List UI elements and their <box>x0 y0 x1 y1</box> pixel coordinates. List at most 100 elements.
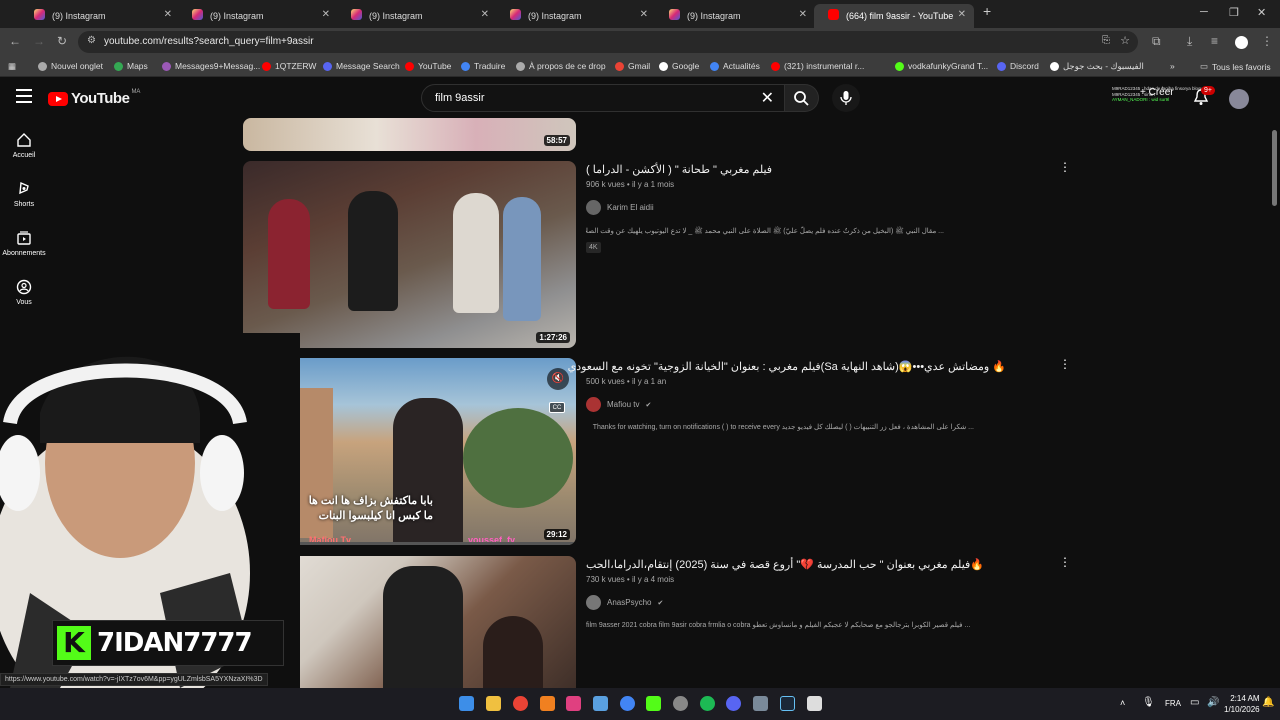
bookmark-item[interactable]: vodkafunkyGrand T... <box>895 61 988 71</box>
video-title[interactable]: 🔥 ومضاتش عدي•••😱(شاهد النهاية Sa)فيلم مغ… <box>568 360 1006 373</box>
browser-tab[interactable]: (9) Instagram ✕ <box>655 4 815 28</box>
notification-badge: 9+ <box>1201 86 1215 95</box>
bookmark-item[interactable]: الفيسبوك - بحث جوجل <box>1050 61 1144 72</box>
bookmark-item[interactable]: Discord <box>997 61 1039 71</box>
clock[interactable]: 2:14 AM 1/10/2026 <box>1224 693 1260 715</box>
media-icon[interactable]: ≡ <box>1211 34 1218 48</box>
kick-icon[interactable] <box>646 696 661 711</box>
kick-icon <box>895 61 904 71</box>
hamburger-menu-icon[interactable] <box>16 89 32 103</box>
browser-tab[interactable]: (9) Instagram ✕ <box>178 4 338 28</box>
network-icon[interactable]: ▭ <box>1190 697 1199 708</box>
more-bookmarks-icon[interactable]: » <box>1170 61 1175 71</box>
bookmark-star-icon[interactable]: ☆ <box>1120 34 1130 47</box>
file-explorer-icon[interactable] <box>486 696 501 711</box>
xbox-icon[interactable] <box>807 696 822 711</box>
video-thumbnail[interactable]: 58:57 <box>243 118 576 151</box>
channel-link[interactable]: AnasPsycho ✔ <box>586 595 663 610</box>
captions-icon[interactable]: CC <box>549 402 565 413</box>
more-options-icon[interactable]: ⋮ <box>1059 357 1071 371</box>
chrome-icon[interactable] <box>620 696 635 711</box>
install-app-icon[interactable]: ⎘ <box>1102 35 1110 46</box>
bookmark-item[interactable]: À propos de ce drop <box>516 61 606 71</box>
language-indicator[interactable]: FRA <box>1165 699 1181 708</box>
app-icon[interactable] <box>593 696 608 711</box>
back-icon[interactable]: ← <box>9 34 21 48</box>
menu-icon[interactable]: ⋮ <box>1261 34 1273 48</box>
restore-button[interactable]: ❐ <box>1229 6 1239 19</box>
microphone-icon[interactable]: 🎙 <box>1142 697 1155 708</box>
discord-icon[interactable] <box>726 696 741 711</box>
app-icon[interactable] <box>673 696 688 711</box>
bookmark-item[interactable]: Message Search <box>323 61 400 71</box>
profile-icon[interactable] <box>1235 36 1248 49</box>
sidebar-item-you[interactable]: Vous <box>0 279 48 306</box>
mute-icon[interactable]: 🔇 <box>547 368 569 390</box>
steam-icon[interactable] <box>780 696 795 711</box>
video-title[interactable]: فيلم مغربي " طحانة " ( الأكشن - الدراما … <box>586 163 1006 176</box>
extensions-icon[interactable]: ⧉ <box>1152 34 1161 49</box>
youtube-logo[interactable]: YouTube MA <box>48 89 140 107</box>
clear-search-icon[interactable]: ✕ <box>761 88 774 108</box>
browser-tab[interactable]: (9) Instagram ✕ <box>20 4 180 28</box>
more-options-icon[interactable]: ⋮ <box>1059 555 1071 569</box>
video-title[interactable]: 🔥فيلم مغربي بعنوان " حب المدرسة 💔" أروع … <box>586 558 1006 571</box>
bookmark-item[interactable]: Nouvel onglet <box>38 61 103 71</box>
scrollbar-thumb[interactable] <box>1272 130 1277 206</box>
video-thumbnail[interactable]: 1:27:26 <box>243 161 576 348</box>
bookmark-item[interactable]: Actualités <box>710 61 760 71</box>
app-icon[interactable] <box>753 696 768 711</box>
bookmark-item[interactable]: (321) instrumental r... <box>771 61 864 71</box>
apps-icon[interactable]: ▦ <box>8 61 16 72</box>
close-icon[interactable]: ✕ <box>640 9 648 20</box>
sidebar-item-shorts[interactable]: Shorts <box>0 181 48 208</box>
windows-start-icon[interactable] <box>459 696 474 711</box>
channel-link[interactable]: Karim El aidii <box>586 200 654 215</box>
app-icon[interactable] <box>540 696 555 711</box>
close-icon[interactable]: ✕ <box>322 9 330 20</box>
create-button[interactable]: + Créer <box>1140 87 1174 98</box>
reload-icon[interactable]: ↻ <box>57 34 67 48</box>
close-icon[interactable]: ✕ <box>481 9 489 20</box>
download-icon[interactable]: ⤓ <box>1187 34 1192 49</box>
search-input[interactable]: film 9assir ✕ <box>421 84 785 112</box>
more-options-icon[interactable]: ⋮ <box>1059 160 1071 174</box>
close-window-button[interactable]: ✕ <box>1257 6 1266 19</box>
bookmark-item[interactable]: YouTube <box>405 61 451 71</box>
app-icon[interactable] <box>566 696 581 711</box>
bookmark-item[interactable]: Traduire <box>461 61 505 71</box>
sidebar-item-subscriptions[interactable]: Abonnements <box>0 230 48 257</box>
voice-search-button[interactable] <box>832 84 860 112</box>
bookmark-item[interactable]: 1QTZERW <box>262 61 316 71</box>
chrome-icon[interactable] <box>513 696 528 711</box>
bookmark-item[interactable]: Google <box>659 61 699 71</box>
avatar[interactable] <box>1229 89 1249 109</box>
search-button[interactable] <box>785 84 819 112</box>
forward-icon[interactable]: → <box>33 34 45 48</box>
quality-badge: 4K <box>586 242 601 253</box>
close-icon[interactable]: ✕ <box>958 9 966 20</box>
news-icon <box>710 61 719 71</box>
bookmark-item[interactable]: Gmail <box>615 61 650 71</box>
spotify-icon[interactable] <box>700 696 715 711</box>
video-description: film 9asser 2021 cobra film 9asir cobra … <box>586 622 971 629</box>
bookmark-item[interactable]: Maps <box>114 61 148 71</box>
close-icon[interactable]: ✕ <box>164 9 172 20</box>
browser-tab-active[interactable]: (664) film 9assir - YouTube ✕ <box>814 4 974 28</box>
volume-icon[interactable]: 🔊 <box>1207 697 1219 708</box>
address-bar[interactable]: ⚙ youtube.com/results?search_query=film+… <box>78 31 1138 53</box>
chevron-up-icon[interactable]: ˄ <box>1120 698 1125 708</box>
minimize-button[interactable]: ─ <box>1200 6 1208 18</box>
bookmark-item[interactable]: Messages9+Messag... <box>162 61 260 71</box>
all-favorites[interactable]: ▭ Tous les favoris <box>1200 61 1271 72</box>
close-icon[interactable]: ✕ <box>799 9 807 20</box>
notifications-button[interactable]: 9+ <box>1193 86 1215 111</box>
browser-tab[interactable]: (9) Instagram ✕ <box>337 4 497 28</box>
browser-tab[interactable]: (9) Instagram ✕ <box>496 4 656 28</box>
windows-taskbar: ˄ 🎙 FRA ▭ 🔊 2:14 AM 1/10/2026 🔔 <box>0 688 1280 720</box>
site-info-icon[interactable]: ⚙ <box>87 35 96 46</box>
new-tab-button[interactable]: + <box>983 3 991 19</box>
channel-link[interactable]: Mafiou tv ✔ <box>586 397 651 412</box>
notification-center-icon[interactable]: 🔔 <box>1262 697 1274 708</box>
sidebar-item-home[interactable]: Accueil <box>0 132 48 159</box>
